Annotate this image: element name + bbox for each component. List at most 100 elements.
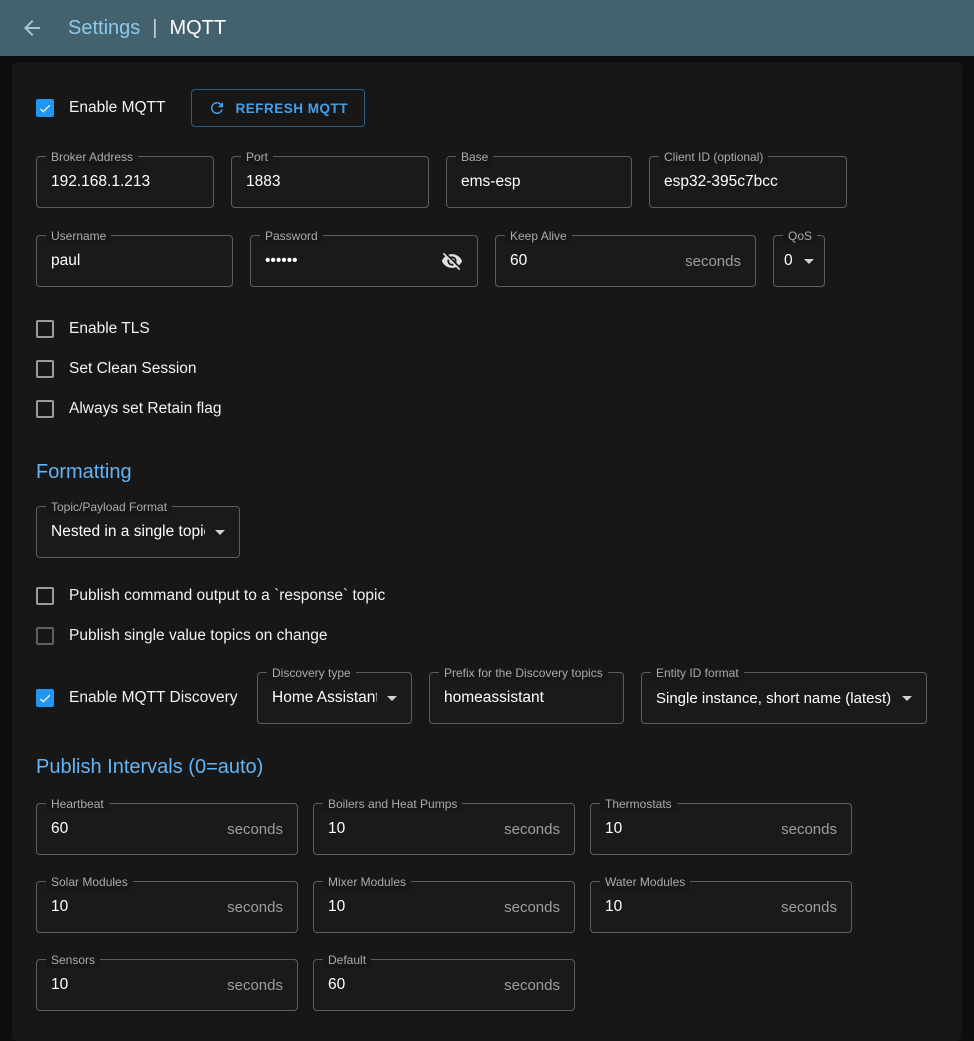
default-interval-value: 60 [328, 976, 496, 994]
chevron-down-icon [804, 259, 814, 264]
refresh-mqtt-button-label: REFRESH MQTT [235, 101, 348, 116]
page-title: MQTT [169, 17, 226, 40]
credentials-fields-row: Username paul Password •••••• Keep Alive… [36, 235, 938, 287]
password-field[interactable]: Password •••••• [250, 235, 478, 287]
default-interval-suffix: seconds [504, 977, 560, 994]
qos-value: 0 [784, 252, 794, 270]
solar-interval-field[interactable]: Solar Modules 10 seconds [36, 881, 298, 933]
enable-tls-checkbox[interactable] [36, 320, 54, 338]
publish-single-checkbox-row[interactable]: Publish single value topics on change [36, 616, 938, 656]
sensors-interval-suffix: seconds [227, 977, 283, 994]
base-value: ems-esp [461, 173, 617, 191]
client-id-label: Client ID (optional) [659, 149, 768, 165]
heartbeat-interval-suffix: seconds [227, 821, 283, 838]
boilers-interval-value: 10 [328, 820, 496, 838]
breadcrumb: Settings | MQTT [68, 17, 226, 40]
publish-single-label: Publish single value topics on change [69, 627, 328, 645]
discovery-prefix-value: homeassistant [444, 689, 609, 707]
sensors-interval-value: 10 [51, 976, 219, 994]
enable-tls-checkbox-row[interactable]: Enable TLS [36, 309, 938, 349]
broker-fields-row: Broker Address 192.168.1.213 Port 1883 B… [36, 156, 938, 208]
enable-discovery-checkbox-row[interactable]: Enable MQTT Discovery [36, 672, 240, 724]
heartbeat-interval-value: 60 [51, 820, 219, 838]
mixer-interval-value: 10 [328, 898, 496, 916]
username-label: Username [46, 228, 111, 244]
broker-address-field[interactable]: Broker Address 192.168.1.213 [36, 156, 214, 208]
enable-discovery-checkbox[interactable] [36, 689, 54, 707]
keep-alive-suffix: seconds [685, 253, 741, 270]
discovery-type-select[interactable]: Discovery type Home Assistant [257, 672, 412, 724]
publish-single-checkbox[interactable] [36, 627, 54, 645]
clean-session-checkbox[interactable] [36, 360, 54, 378]
clean-session-checkbox-row[interactable]: Set Clean Session [36, 349, 938, 389]
enable-mqtt-checkbox-row[interactable]: Enable MQTT [36, 88, 165, 128]
breadcrumb-separator: | [152, 17, 157, 40]
discovery-prefix-label: Prefix for the Discovery topics [439, 665, 608, 681]
mixer-interval-field[interactable]: Mixer Modules 10 seconds [313, 881, 575, 933]
keep-alive-value: 60 [510, 252, 677, 270]
thermostats-interval-label: Thermostats [600, 796, 677, 812]
water-interval-label: Water Modules [600, 874, 690, 890]
boilers-interval-suffix: seconds [504, 821, 560, 838]
publish-response-checkbox-row[interactable]: Publish command output to a `response` t… [36, 576, 938, 616]
mixer-interval-label: Mixer Modules [323, 874, 411, 890]
discovery-prefix-field[interactable]: Prefix for the Discovery topics homeassi… [429, 672, 624, 724]
water-interval-field[interactable]: Water Modules 10 seconds [590, 881, 852, 933]
entity-id-format-value: Single instance, short name (latest) [656, 690, 892, 707]
app-header: Settings | MQTT [0, 0, 974, 56]
enable-discovery-label: Enable MQTT Discovery [69, 689, 238, 707]
back-arrow-icon[interactable] [18, 14, 46, 42]
topic-format-label: Topic/Payload Format [46, 499, 172, 515]
topic-format-value: Nested in a single topic [51, 523, 205, 541]
port-label: Port [241, 149, 273, 165]
broker-address-label: Broker Address [46, 149, 138, 165]
refresh-icon [208, 99, 226, 117]
port-field[interactable]: Port 1883 [231, 156, 429, 208]
password-label: Password [260, 228, 323, 244]
base-field[interactable]: Base ems-esp [446, 156, 632, 208]
client-id-value: esp32-395c7bcc [664, 173, 832, 191]
thermostats-interval-field[interactable]: Thermostats 10 seconds [590, 803, 852, 855]
retain-flag-checkbox-row[interactable]: Always set Retain flag [36, 389, 938, 429]
keep-alive-field[interactable]: Keep Alive 60 seconds [495, 235, 756, 287]
thermostats-interval-value: 10 [605, 820, 773, 838]
heartbeat-interval-field[interactable]: Heartbeat 60 seconds [36, 803, 298, 855]
mqtt-settings-panel: Enable MQTT REFRESH MQTT Broker Address … [12, 62, 962, 1041]
visibility-off-icon[interactable] [441, 250, 463, 272]
client-id-field[interactable]: Client ID (optional) esp32-395c7bcc [649, 156, 847, 208]
boilers-interval-field[interactable]: Boilers and Heat Pumps 10 seconds [313, 803, 575, 855]
thermostats-interval-suffix: seconds [781, 821, 837, 838]
default-interval-field[interactable]: Default 60 seconds [313, 959, 575, 1011]
publish-response-checkbox[interactable] [36, 587, 54, 605]
publish-intervals-heading: Publish Intervals (0=auto) [36, 756, 938, 779]
water-interval-value: 10 [605, 898, 773, 916]
heartbeat-interval-label: Heartbeat [46, 796, 109, 812]
breadcrumb-settings[interactable]: Settings [68, 17, 140, 40]
password-value: •••••• [265, 252, 433, 270]
solar-interval-label: Solar Modules [46, 874, 133, 890]
discovery-row: Enable MQTT Discovery Discovery type Hom… [36, 672, 938, 724]
retain-flag-checkbox[interactable] [36, 400, 54, 418]
publish-intervals-grid: Heartbeat 60 seconds Boilers and Heat Pu… [36, 803, 938, 1011]
port-value: 1883 [246, 173, 414, 191]
chevron-down-icon [387, 696, 397, 701]
refresh-mqtt-button[interactable]: REFRESH MQTT [191, 89, 365, 127]
enable-tls-label: Enable TLS [69, 320, 150, 338]
topic-format-select[interactable]: Topic/Payload Format Nested in a single … [36, 506, 240, 558]
entity-id-format-select[interactable]: Entity ID format Single instance, short … [641, 672, 927, 724]
formatting-heading: Formatting [36, 461, 938, 484]
qos-select[interactable]: QoS 0 [773, 235, 825, 287]
water-interval-suffix: seconds [781, 899, 837, 916]
sensors-interval-label: Sensors [46, 952, 100, 968]
publish-response-label: Publish command output to a `response` t… [69, 587, 385, 605]
sensors-interval-field[interactable]: Sensors 10 seconds [36, 959, 298, 1011]
mixer-interval-suffix: seconds [504, 899, 560, 916]
keep-alive-label: Keep Alive [505, 228, 572, 244]
retain-flag-label: Always set Retain flag [69, 400, 222, 418]
default-interval-label: Default [323, 952, 371, 968]
enable-mqtt-checkbox[interactable] [36, 99, 54, 117]
username-field[interactable]: Username paul [36, 235, 233, 287]
enable-mqtt-label: Enable MQTT [69, 99, 165, 117]
boilers-interval-label: Boilers and Heat Pumps [323, 796, 462, 812]
discovery-type-label: Discovery type [267, 665, 356, 681]
